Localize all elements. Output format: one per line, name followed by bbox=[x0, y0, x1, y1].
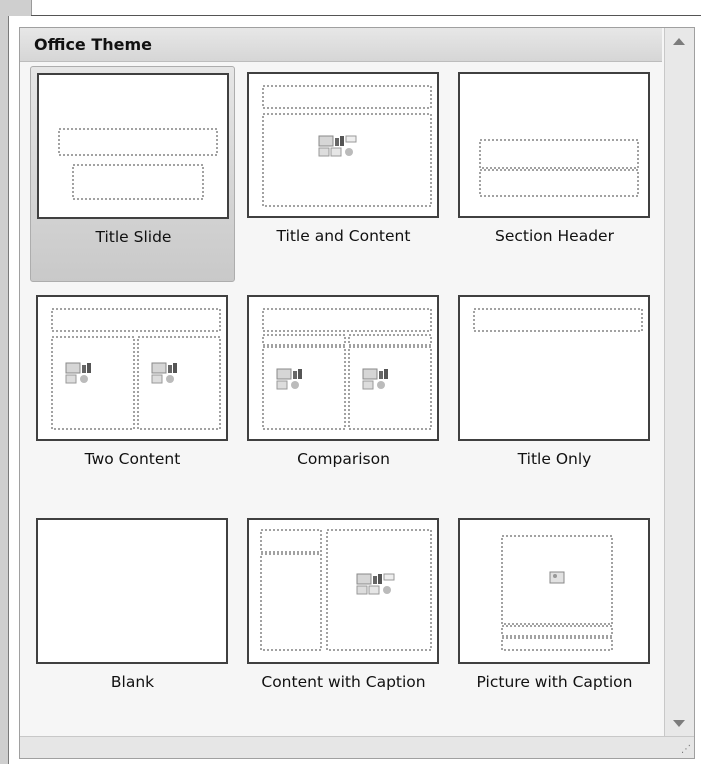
window-edge bbox=[0, 16, 9, 764]
layout-comparison[interactable]: Comparison bbox=[241, 289, 446, 505]
layout-thumbnail bbox=[458, 295, 650, 441]
layout-two-content[interactable]: Two Content bbox=[30, 289, 235, 505]
content-placeholder-icon bbox=[151, 362, 177, 384]
content-placeholder-icon bbox=[362, 368, 388, 390]
layout-label: Picture with Caption bbox=[476, 673, 633, 691]
content-placeholder-icon bbox=[318, 135, 357, 157]
layout-content-with-caption[interactable]: Content with Caption bbox=[241, 512, 446, 728]
layout-label: Comparison bbox=[297, 450, 390, 468]
chevron-up-icon[interactable] bbox=[673, 38, 685, 45]
title-content-placeholders bbox=[262, 85, 432, 207]
content-caption-placeholders bbox=[260, 529, 432, 651]
gallery-section-title: Office Theme bbox=[34, 35, 153, 54]
layout-thumbnail bbox=[37, 73, 229, 219]
layout-blank[interactable]: Blank bbox=[30, 512, 235, 728]
layout-label: Title and Content bbox=[276, 227, 411, 245]
divider bbox=[31, 15, 701, 16]
layout-label: Content with Caption bbox=[261, 673, 426, 691]
layout-thumbnail bbox=[247, 72, 439, 218]
layout-thumbnail bbox=[458, 518, 650, 664]
layout-title-only[interactable]: Title Only bbox=[452, 289, 657, 505]
layout-label: Two Content bbox=[84, 450, 181, 468]
title-only-placeholders bbox=[473, 308, 643, 332]
layout-label: Blank bbox=[110, 673, 155, 691]
layout-picture-with-caption[interactable]: Picture with Caption bbox=[452, 512, 657, 728]
layout-gallery: Office Theme Title Slide Title and Conte… bbox=[19, 27, 695, 759]
layout-label: Title Slide bbox=[95, 228, 172, 246]
layout-thumbnail bbox=[247, 518, 439, 664]
layout-label: Title Only bbox=[517, 450, 592, 468]
content-placeholder-icon bbox=[276, 368, 302, 390]
layout-thumbnail bbox=[247, 295, 439, 441]
window-tab bbox=[0, 0, 32, 16]
content-placeholder-icon bbox=[356, 573, 395, 595]
section-header-placeholders bbox=[479, 139, 639, 197]
layout-title-slide[interactable]: Title Slide bbox=[30, 66, 235, 282]
content-placeholder-icon bbox=[65, 362, 91, 384]
layout-thumbnail bbox=[36, 295, 228, 441]
gallery-header: Office Theme bbox=[20, 28, 662, 62]
layout-title-and-content[interactable]: Title and Content bbox=[241, 66, 446, 282]
picture-placeholder-icon bbox=[549, 571, 565, 584]
comparison-placeholders bbox=[262, 308, 432, 430]
chevron-down-icon[interactable] bbox=[673, 720, 685, 727]
layout-label: Section Header bbox=[495, 227, 614, 245]
layout-thumbnail bbox=[458, 72, 650, 218]
resize-grip-icon[interactable]: ⋰ bbox=[681, 744, 691, 755]
layout-section-header[interactable]: Section Header bbox=[452, 66, 657, 282]
layout-thumbnail bbox=[36, 518, 228, 664]
two-content-placeholders bbox=[51, 308, 221, 430]
gallery-footer: ⋰ bbox=[20, 736, 694, 758]
vertical-scrollbar[interactable] bbox=[664, 28, 694, 737]
picture-caption-placeholders bbox=[501, 535, 613, 651]
title-slide-placeholders bbox=[58, 128, 218, 200]
